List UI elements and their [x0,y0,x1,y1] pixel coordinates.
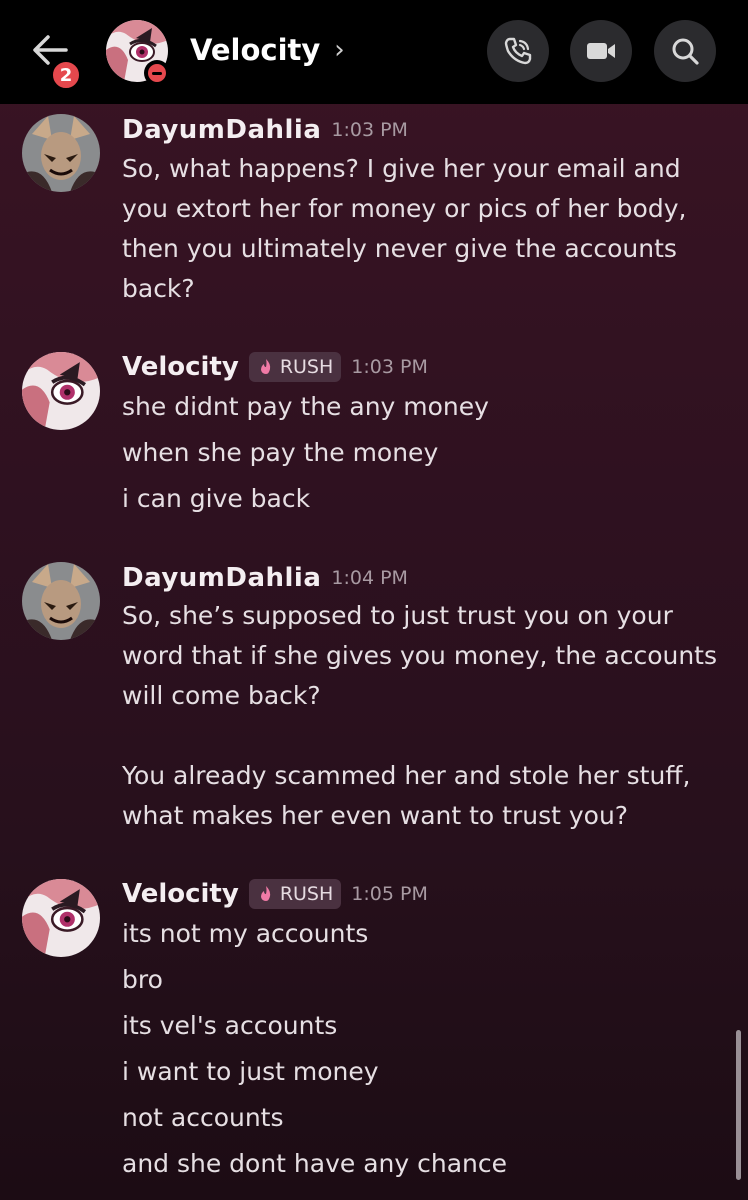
message-list[interactable]: DayumDahlia 1:03 PM So, what happens? I … [0,104,748,1200]
flame-icon [260,359,270,374]
guild-tag-label: RUSH [279,356,334,378]
message-text: its not my accounts [122,919,369,948]
phone-call-icon [504,37,532,65]
dayumdahlia-avatar-image [22,114,100,192]
message-text: and she dont have any chance [122,1149,508,1178]
message-text: when she pay the money [122,438,439,467]
author-name[interactable]: Velocity [122,352,239,382]
message-text: you extort her for money or pics of her … [122,194,687,223]
message-header: Velocity RUSH 1:03 PM [122,347,428,387]
avatar[interactable] [22,114,100,192]
avatar[interactable] [22,879,100,957]
video-camera-icon [587,43,615,59]
guild-tag-label: RUSH [279,883,334,905]
message-text: i can give back [122,484,311,513]
dayumdahlia-avatar-image [22,562,100,640]
message-text: not accounts [122,1103,284,1132]
guild-tag[interactable]: RUSH [248,879,342,909]
search-button[interactable] [654,20,716,82]
video-call-button[interactable] [570,20,632,82]
timestamp: 1:04 PM [331,567,408,589]
message-header: DayumDahlia 1:03 PM [122,110,408,150]
avatar[interactable] [22,352,100,430]
message-text: then you ultimately never give the accou… [122,234,677,263]
message-text: i want to just money [122,1057,379,1086]
voice-call-button[interactable] [487,20,549,82]
message-header: Velocity RUSH 1:05 PM [122,874,428,914]
message-header: DayumDahlia 1:04 PM [122,558,408,598]
message-text: will come back? [122,681,321,710]
message-text: word that if she gives you money, the ac… [122,641,718,670]
timestamp: 1:05 PM [351,883,428,905]
scrollbar[interactable] [736,1030,741,1180]
flame-icon [260,886,270,901]
message-text: back? [122,274,195,303]
conversation-title[interactable]: Velocity › [190,28,345,72]
author-name[interactable]: DayumDahlia [122,115,321,145]
author-name[interactable]: Velocity [122,879,239,909]
velocity-avatar-image [22,879,100,957]
message-text: So, she’s supposed to just trust you on … [122,601,673,630]
message-text: bro [122,965,163,994]
message-text: So, what happens? I give her your email … [122,154,681,183]
do-not-disturb-status-icon [144,60,170,86]
author-name[interactable]: DayumDahlia [122,563,321,593]
velocity-avatar-image [22,352,100,430]
conversation-name: Velocity [190,33,321,67]
chat-header: 2 Velocity › [0,0,748,104]
unread-badge: 2 [50,59,82,91]
timestamp: 1:03 PM [331,119,408,141]
guild-tag[interactable]: RUSH [248,352,342,382]
timestamp: 1:03 PM [351,356,428,378]
message-text: its vel's accounts [122,1011,338,1040]
message-text: she didnt pay the any money [122,392,489,421]
search-icon [672,38,699,65]
message-text: You already scammed her and stole her st… [122,761,691,790]
message-text: what makes her even want to trust you? [122,801,629,830]
chevron-right-icon: › [334,35,345,65]
avatar[interactable] [22,562,100,640]
